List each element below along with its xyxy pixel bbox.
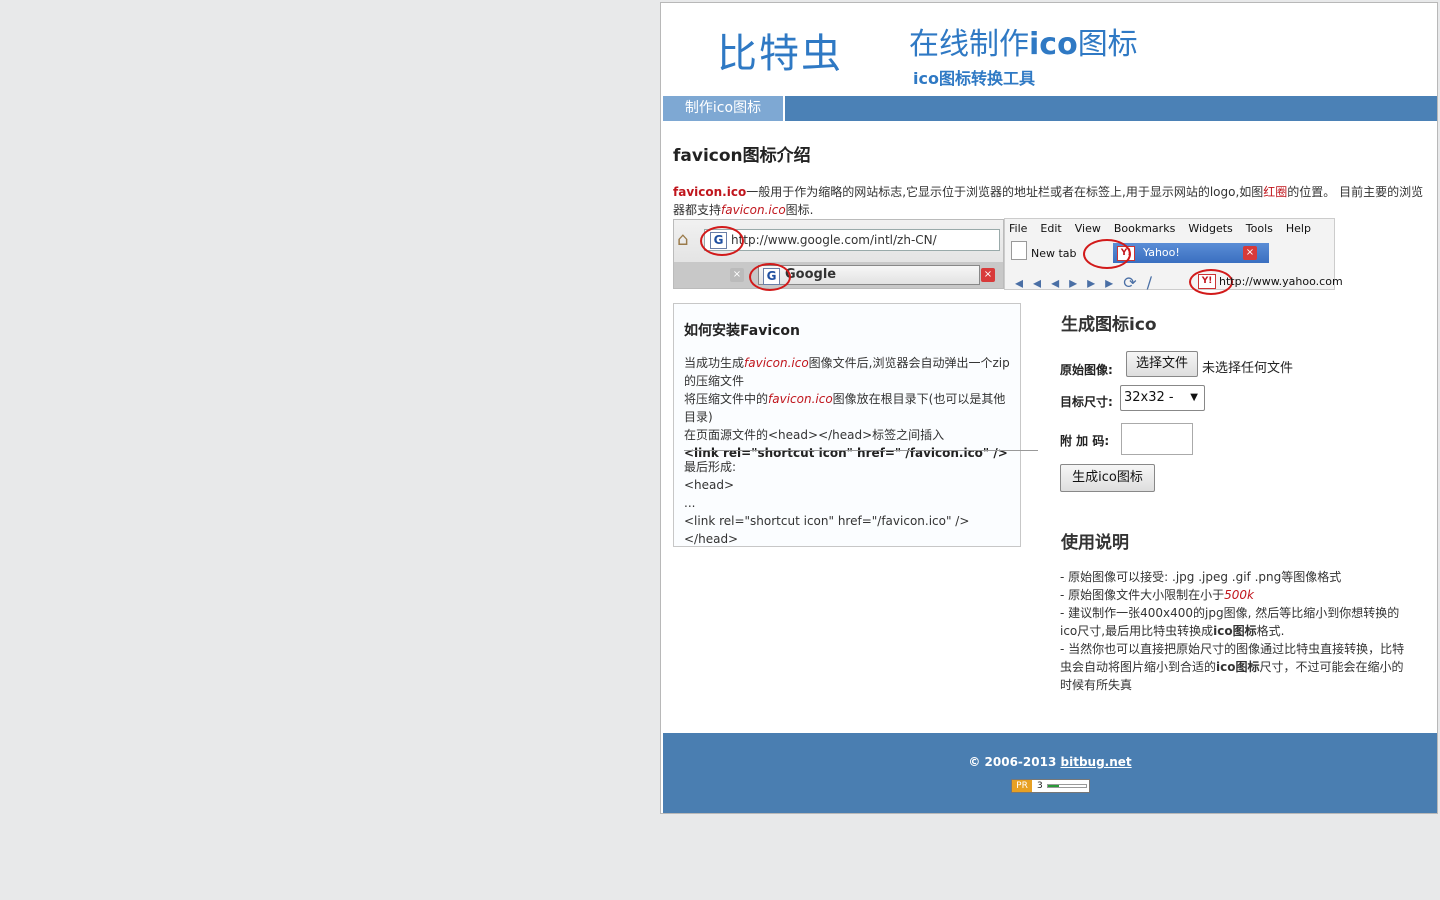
page-title-post: 图标 [1077,27,1138,62]
copyright-text: © 2006-2013 [968,755,1057,769]
footer-copyright: © 2006-2013 bitbug.net [663,755,1437,769]
page-title-bold: ico [1029,27,1078,62]
intro-favicon-em: favicon.ico [721,203,786,217]
generate-ico-button[interactable]: 生成ico图标 [1060,464,1155,492]
pagerank-label: PR [1012,780,1032,792]
yahoo-browser-screenshot: File Edit View Bookmarks Widgets Tools Help Ne… [1004,218,1343,295]
extra-code-input[interactable] [1121,423,1193,455]
install-instructions-box: 如何安装Favicon 当成功生成favicon.ico图像文件后,浏览器会自动… [673,303,1038,548]
usage-note-2: - 原始图像文件大小限制在小于500k [1060,586,1410,604]
menu-item: Edit [1040,222,1062,235]
menu-item: Widgets [1188,222,1233,235]
page-container: 比特虫 在线制作ico图标 ico图标转换工具 制作ico图标 favicon图… [660,2,1438,814]
page-title-pre: 在线制作 [909,27,1029,62]
install-step-3: 在页面源文件的<head></head>标签之间插入 [684,428,945,442]
menu-item: File [1009,222,1028,235]
intro-paragraph: favicon.ico一般用于作为缩略的网站标志,它显示位于浏览器的地址栏或者在… [673,183,1428,219]
yahoo-url-text: http://www.yahoo.com [1219,275,1343,288]
intro-red-circle: 红圈 [1263,185,1288,199]
file-status-text: 未选择任何文件 [1202,361,1294,376]
document-icon [1011,241,1027,260]
red-circle-marker [749,263,791,291]
chevron-down-icon: ▼ [1190,392,1198,403]
menu-item: Bookmarks [1113,222,1176,235]
nav-tab-make-ico[interactable]: 制作ico图标 [663,96,785,121]
intro-favicon-lead: favicon.ico [673,185,747,199]
usage-note-3: - 建议制作一张400x400的jpg图像, 然后等比缩小到你想转换的ico尺寸… [1060,604,1410,640]
google-browser-screenshot: ⌂ G http://www.google.com/intl/zh-CN/ × … [673,219,1004,291]
pagerank-badge[interactable]: PR 3 [1011,779,1090,793]
extra-code-label: 附 加 码: [1060,434,1110,448]
install-result-label: 最后形成: [684,460,737,474]
browser-menu-bar: File Edit View Bookmarks Widgets Tools Help [1009,222,1324,235]
usage-note-2-em: 500k [1224,588,1255,602]
main-nav: 制作ico图标 [663,96,1437,121]
page-title: 在线制作ico图标 [909,19,1138,63]
footer: © 2006-2013 bitbug.net PR 3 [663,733,1437,813]
footer-site-link[interactable]: bitbug.net [1061,755,1132,769]
intro-heading: favicon图标介绍 [673,146,811,166]
site-logo[interactable]: 比特虫 [717,21,843,79]
red-circle-marker [1083,239,1131,269]
google-tab-bar: × G Google × [674,262,1003,288]
install-step-2-em: favicon.ico [768,392,833,406]
target-size-value: 32x32 - [1124,390,1174,405]
install-step-2-pre: 将压缩文件中的 [684,392,769,406]
install-step-1: 当成功生成favicon.ico图像文件后,浏览器会自动弹出一个zip的压缩文件 [684,354,1014,390]
install-result-line: ... [684,496,696,510]
usage-notes: - 原始图像可以接受: .jpg .jpeg .gif .png等图像格式 - … [1060,568,1410,694]
install-divider [684,450,1038,451]
close-icon: × [981,268,995,282]
install-heading: 如何安装Favicon [684,323,800,339]
pagerank-bar-fill [1048,785,1060,787]
install-steps: 当成功生成favicon.ico图像文件后,浏览器会自动弹出一个zip的压缩文件… [684,354,1014,462]
red-circle-marker [700,226,744,256]
intro-text-3: 图标. [785,203,814,217]
source-image-label: 原始图像: [1060,363,1113,377]
usage-note-2-pre: - 原始图像文件大小限制在小于 [1060,588,1225,602]
install-step-2: 将压缩文件中的favicon.ico图像放在根目录下(也可以是其他目录) [684,390,1014,426]
choose-file-button[interactable]: 选择文件 [1126,351,1198,377]
home-icon: ⌂ [677,229,689,250]
intro-text-1: 一般用于作为缩略的网站标志,它显示位于浏览器的地址栏或者在标签上,用于显示网站的… [746,185,1264,199]
page-subtitle: ico图标转换工具 [913,69,1035,88]
usage-note-1: - 原始图像可以接受: .jpg .jpeg .gif .png等图像格式 [1060,570,1342,584]
usage-note-3-bold: ico图标 [1213,624,1257,638]
google-tab-title: Google [785,267,837,282]
yahoo-tab-title: Yahoo! [1143,246,1180,259]
google-url-bar: G http://www.google.com/intl/zh-CN/ [704,229,1000,251]
menu-item: Tools [1245,222,1273,235]
google-tab: G Google [758,265,980,285]
install-result-line: <link rel="shortcut icon" href="/favicon… [684,514,970,528]
install-step-1-em: favicon.ico [744,356,809,370]
target-size-select[interactable]: 32x32 - ▼ [1120,385,1205,411]
pagerank-value: 3 [1037,781,1043,791]
target-size-label: 目标尺寸: [1060,395,1113,409]
menu-item: Help [1285,222,1311,235]
usage-heading: 使用说明 [1061,533,1129,553]
menu-item: View [1074,222,1101,235]
generator-heading: 生成图标ico [1061,315,1157,335]
install-result-line: </head> [684,532,739,546]
install-result-line: <head> [684,478,735,492]
usage-note-4: - 当然你也可以直接把原始尺寸的图像通过比特虫直接转换，比特虫会自动将图片缩小到… [1060,640,1410,694]
new-tab-label: New tab [1031,247,1077,260]
close-icon: × [730,268,744,282]
usage-note-4-bold: ico图标 [1216,660,1260,674]
close-icon: × [1243,246,1257,260]
pagerank-bar [1047,784,1087,788]
install-step-1-pre: 当成功生成 [684,356,745,370]
install-result: 最后形成: <head> ... <link rel="shortcut ico… [684,458,1014,548]
usage-note-3-post: 格式. [1256,624,1285,638]
google-url-text: http://www.google.com/intl/zh-CN/ [731,233,937,247]
browser-nav-icons: ◂◂◂▸▸▸⟳∕ [1015,273,1162,292]
